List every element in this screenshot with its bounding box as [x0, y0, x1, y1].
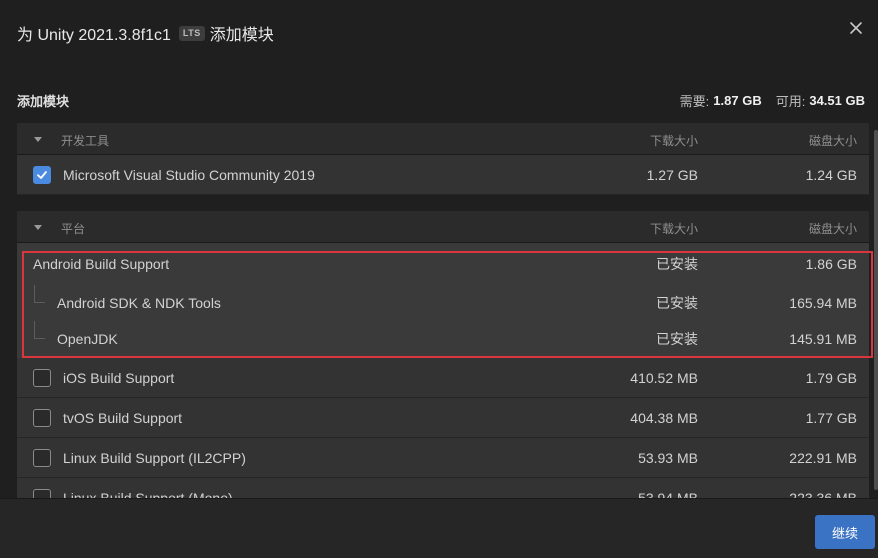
module-name: iOS Build Support: [63, 369, 175, 386]
module-row-android: Android Build Support 已安装 1.86 GB: [17, 243, 869, 285]
title-suffix: 添加模块: [209, 27, 274, 44]
module-name: tvOS Build Support: [63, 409, 183, 426]
disk-size: 1.77 GB: [805, 409, 857, 426]
chevron-down-icon: [33, 134, 43, 144]
space-info: 需要: 1.87 GB 可用: 34.51 GB: [680, 91, 865, 110]
module-row-linux-mono[interactable]: Linux Build Support (Mono) 53.94 MB 223.…: [17, 478, 869, 498]
module-list[interactable]: 开发工具 下载大小 磁盘大小 Microsoft Visual Studio C…: [17, 123, 869, 498]
available-label: 可用:: [775, 93, 806, 109]
module-row-openjdk: OpenJDK 已安装 145.91 MB: [17, 321, 869, 357]
disk-size: 222.91 MB: [789, 449, 857, 466]
download-size: 已安装: [656, 331, 698, 347]
title-prefix: 为 Unity 2021.3.8f1c1: [17, 27, 171, 44]
module-checkbox[interactable]: [33, 448, 51, 467]
section-label: 添加模块: [17, 93, 70, 109]
module-checkbox[interactable]: [33, 408, 51, 427]
download-size-header: 下载大小: [649, 134, 698, 148]
download-size: 已安装: [656, 256, 698, 272]
module-name: Microsoft Visual Studio Community 2019: [63, 166, 315, 183]
disk-size: 1.86 GB: [805, 256, 857, 272]
download-size: 53.93 MB: [638, 449, 698, 466]
module-name: Linux Build Support (Mono): [63, 489, 233, 499]
disk-size: 165.94 MB: [789, 295, 857, 311]
continue-button[interactable]: 继续: [815, 515, 875, 549]
close-button[interactable]: [848, 20, 864, 36]
tree-branch-icon: [34, 285, 45, 303]
download-size-header: 下载大小: [649, 222, 698, 236]
download-size: 已安装: [656, 295, 698, 311]
module-name: Linux Build Support (IL2CPP): [63, 449, 246, 466]
required-value: 1.87 GB: [713, 92, 762, 108]
checkmark-icon: [37, 170, 47, 179]
disk-size: 1.24 GB: [805, 166, 857, 183]
module-checkbox[interactable]: [33, 165, 51, 184]
module-row-tvos[interactable]: tvOS Build Support 404.38 MB 1.77 GB: [17, 398, 869, 438]
module-name: Android Build Support: [33, 256, 170, 272]
download-size: 410.52 MB: [630, 369, 698, 386]
lts-badge: LTS: [178, 25, 205, 41]
dialog-title: 为 Unity 2021.3.8f1c1 LTS 添加模块: [17, 21, 274, 45]
tree-branch-icon: [34, 321, 45, 339]
group-header-dev-tools[interactable]: 开发工具 下载大小 磁盘大小: [17, 123, 869, 155]
modules-subheader: 添加模块 需要: 1.87 GB 可用: 34.51 GB: [17, 90, 865, 110]
list-scrollbar[interactable]: [874, 130, 878, 490]
module-row-ios[interactable]: iOS Build Support 410.52 MB 1.79 GB: [17, 358, 869, 398]
dialog-footer: 继续: [0, 498, 878, 558]
disk-size-header: 磁盘大小: [808, 222, 857, 236]
disk-size-header: 磁盘大小: [808, 134, 857, 148]
group-name: 平台: [61, 222, 86, 236]
close-icon: [850, 22, 862, 34]
module-name: Android SDK & NDK Tools: [57, 295, 221, 311]
module-row-linux-il2cpp[interactable]: Linux Build Support (IL2CPP) 53.93 MB 22…: [17, 438, 869, 478]
required-label: 需要:: [679, 93, 710, 109]
installed-modules-block: Android Build Support 已安装 1.86 GB Androi…: [17, 243, 869, 365]
dialog-title-bar: 为 Unity 2021.3.8f1c1 LTS 添加模块: [0, 0, 878, 62]
module-row-visual-studio[interactable]: Microsoft Visual Studio Community 2019 1…: [17, 155, 869, 195]
group-header-platforms[interactable]: 平台 下载大小 磁盘大小: [17, 211, 869, 243]
download-size: 1.27 GB: [646, 166, 698, 183]
download-size: 53.94 MB: [638, 489, 698, 499]
available-value: 34.51 GB: [809, 92, 865, 108]
disk-size: 223.36 MB: [789, 489, 857, 499]
module-checkbox[interactable]: [33, 368, 51, 387]
group-name: 开发工具: [61, 134, 110, 148]
disk-size: 145.91 MB: [789, 331, 857, 347]
module-name: OpenJDK: [57, 331, 118, 347]
module-row-android-sdk-ndk: Android SDK & NDK Tools 已安装 165.94 MB: [17, 285, 869, 321]
chevron-down-icon: [33, 222, 43, 232]
download-size: 404.38 MB: [630, 409, 698, 426]
disk-size: 1.79 GB: [805, 369, 857, 386]
module-checkbox[interactable]: [33, 488, 51, 498]
